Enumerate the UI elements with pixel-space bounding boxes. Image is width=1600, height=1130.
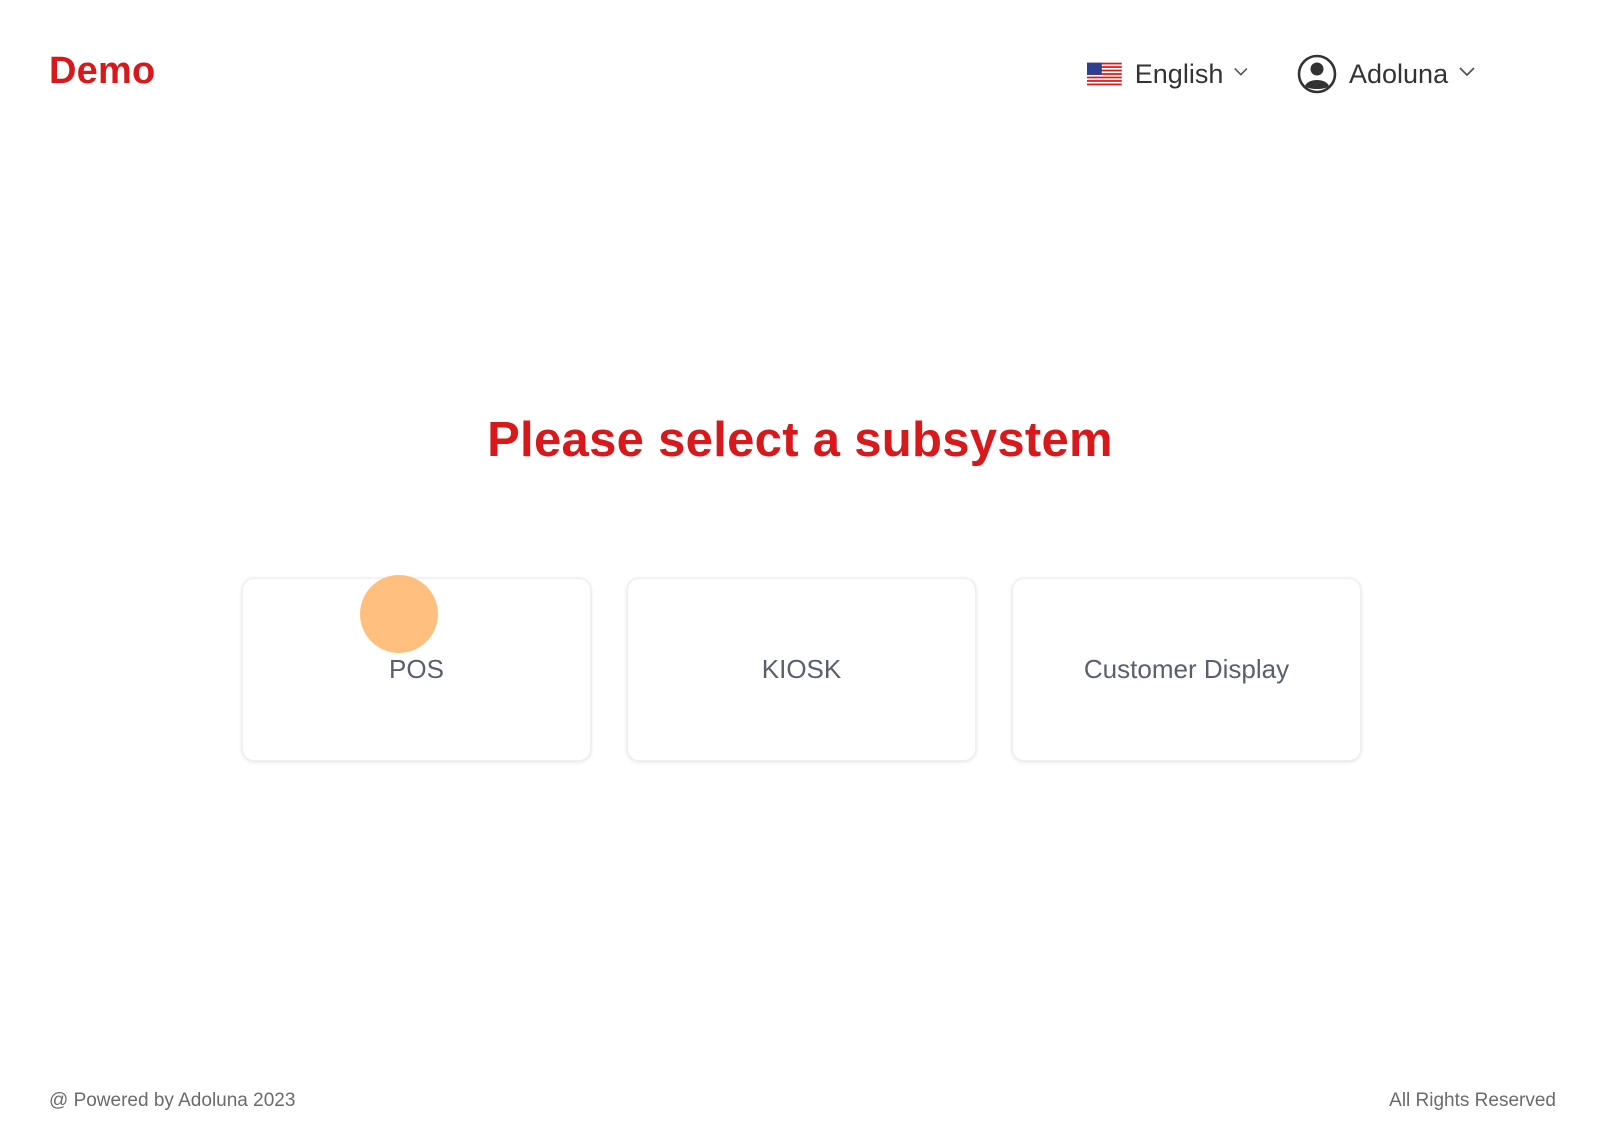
header-actions: English Adoluna [1087, 50, 1476, 98]
footer-rights: All Rights Reserved [1389, 1090, 1556, 1111]
footer-powered-by: @ Powered by Adoluna 2023 [49, 1090, 296, 1111]
subsystem-card-label: POS [389, 654, 444, 684]
page-heading: Please select a subsystem [487, 413, 1113, 467]
chevron-down-icon [1459, 67, 1475, 77]
user-menu[interactable]: Adoluna [1297, 54, 1476, 94]
language-selector[interactable]: English [1087, 59, 1249, 90]
us-flag-icon [1087, 62, 1122, 86]
subsystem-card-customer-display[interactable]: Customer Display [1012, 578, 1361, 761]
chevron-down-icon [1234, 67, 1248, 76]
subsystem-card-kiosk[interactable]: KIOSK [627, 578, 976, 761]
subsystem-select-page: Demo English Adoluna Please select a sub… [0, 0, 1600, 1130]
subsystem-cards: POS KIOSK Customer Display [242, 578, 1361, 761]
user-name: Adoluna [1349, 58, 1449, 89]
subsystem-card-pos[interactable]: POS [242, 578, 591, 761]
brand-logo[interactable]: Demo [49, 50, 155, 93]
language-label: English [1134, 58, 1224, 89]
subsystem-card-label: KIOSK [761, 654, 842, 684]
user-circle-icon [1297, 54, 1337, 94]
subsystem-card-label: Customer Display [1083, 654, 1290, 684]
